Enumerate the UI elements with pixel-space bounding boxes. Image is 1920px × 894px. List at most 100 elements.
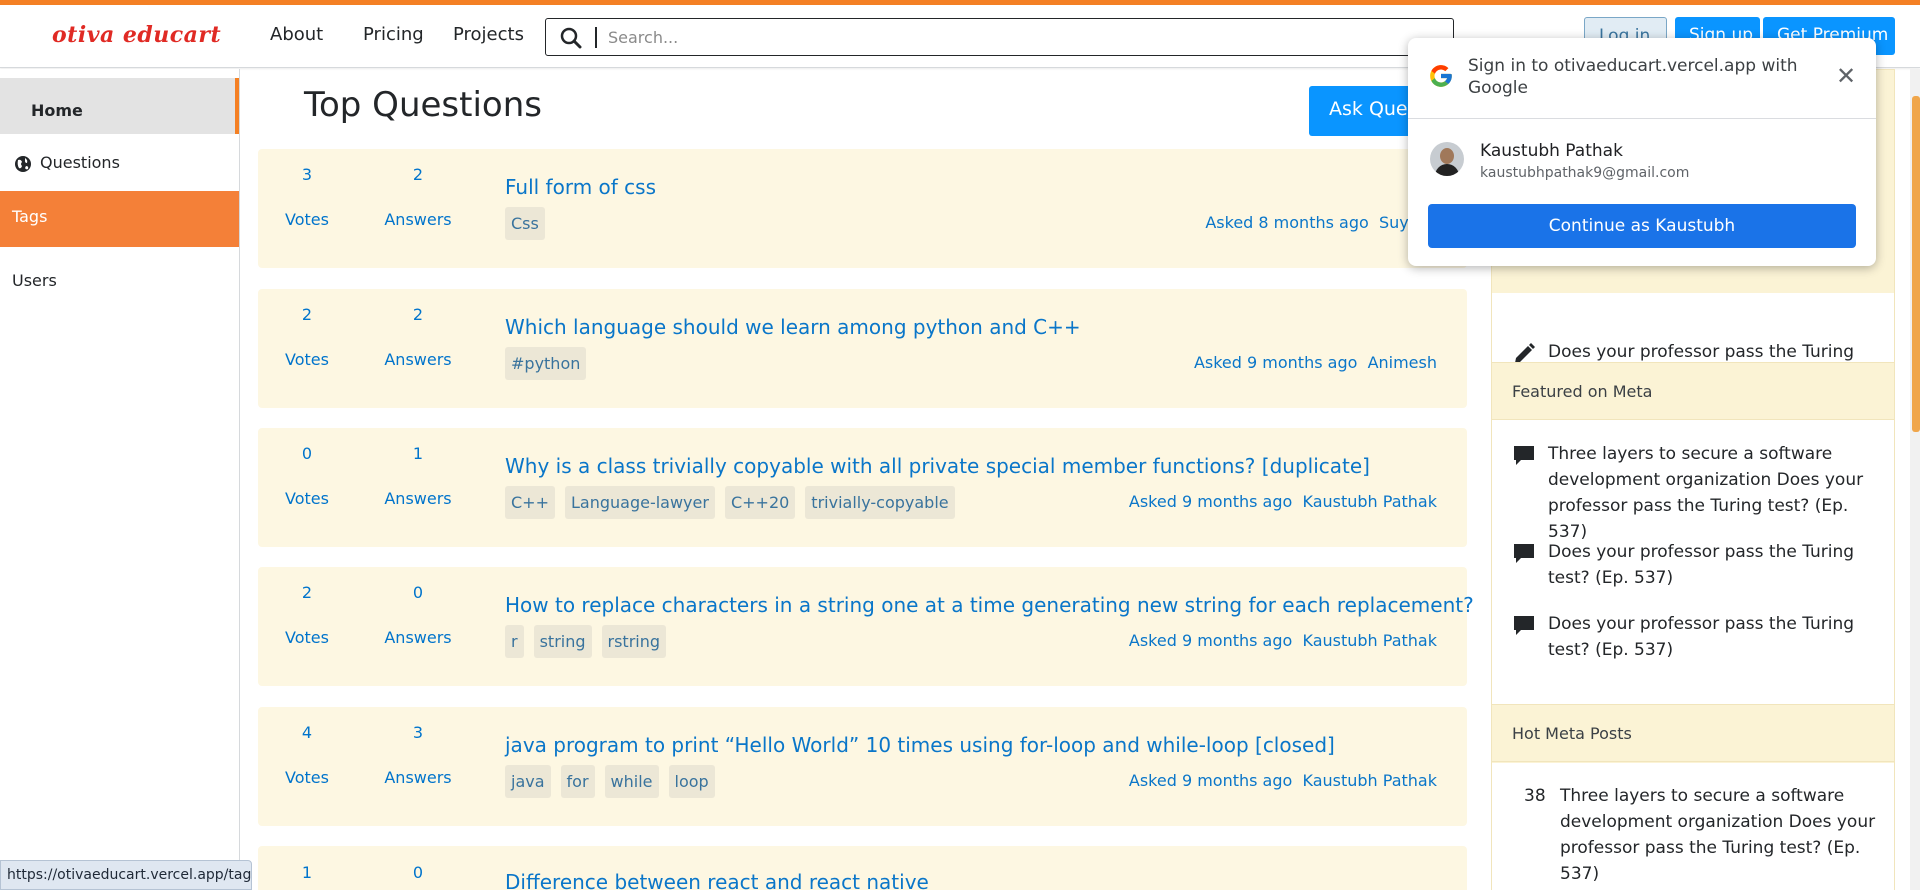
author-link[interactable]: Kaustubh Pathak <box>1302 631 1437 650</box>
votes-stat: 2 Votes <box>267 305 347 369</box>
sidebar-item-users[interactable]: Users <box>0 253 239 293</box>
hot-item-text: Three layers to secure a software develo… <box>1560 786 1876 884</box>
votes-label: Votes <box>285 210 329 229</box>
sidebar-item-tags[interactable]: Tags <box>0 191 239 247</box>
question-card: 2 Votes 0 Answers How to replace character… <box>258 567 1474 686</box>
popup-divider <box>1408 118 1876 119</box>
author-link[interactable]: Animesh <box>1368 353 1437 372</box>
vote-count: 2 <box>301 583 313 602</box>
answer-count: 0 <box>412 583 424 602</box>
close-icon[interactable]: ✕ <box>1836 62 1856 90</box>
featured-item[interactable]: Three layers to secure a software develo… <box>1512 441 1882 545</box>
hot-meta-heading: Hot Meta Posts <box>1492 704 1894 762</box>
author-link[interactable]: Kaustubh Pathak <box>1302 771 1437 790</box>
author-link[interactable]: Kaustubh Pathak <box>1302 492 1437 511</box>
featured-item-text: Three layers to secure a software develo… <box>1548 444 1864 542</box>
tag-list: #python <box>505 347 587 380</box>
search-divider <box>595 27 597 48</box>
tag-chip[interactable]: java <box>505 765 551 798</box>
tag-chip[interactable]: C++20 <box>724 486 796 519</box>
asked-time: Asked 9 months ago <box>1128 492 1293 511</box>
tag-chip[interactable]: trivially-copyable <box>805 486 955 519</box>
question-card: 1 0 Difference between react and react n… <box>258 846 1467 894</box>
votes-label: Votes <box>285 350 329 369</box>
votes-label: Votes <box>285 489 329 508</box>
answer-count: 3 <box>412 723 424 742</box>
search-icon <box>560 27 582 49</box>
answers-stat: 3 Answers <box>378 723 458 787</box>
featured-meta-heading: Featured on Meta <box>1492 362 1894 420</box>
question-meta: Asked 9 months ago Kaustubh Pathak <box>1129 771 1437 790</box>
search-input[interactable] <box>608 25 1428 49</box>
asked-time: Asked 9 months ago <box>1128 631 1293 650</box>
continue-button[interactable]: Continue as Kaustubh <box>1428 204 1856 248</box>
question-title[interactable]: java program to print “Hello World” 10 t… <box>505 733 1335 757</box>
answers-label: Answers <box>384 489 452 508</box>
asked-time: Asked 9 months ago <box>1128 771 1293 790</box>
question-title[interactable]: Difference between react and react nativ… <box>505 870 929 894</box>
votes-label: Votes <box>285 628 329 647</box>
site-logo[interactable]: otiva educart <box>52 22 221 48</box>
votes-stat: 0 Votes <box>267 444 347 508</box>
sidebar-item-label: Questions <box>40 153 120 172</box>
question-title[interactable]: How to replace characters in a string on… <box>505 593 1474 617</box>
featured-item-text: Does your professor pass the Turing test… <box>1548 614 1855 660</box>
votes-label: Votes <box>285 768 329 787</box>
votes-stat: 2 Votes <box>267 583 347 647</box>
tag-chip[interactable]: rstring <box>601 625 667 658</box>
search-bar[interactable] <box>545 18 1454 56</box>
tag-chip[interactable]: while <box>604 765 659 798</box>
question-card: 3 Votes 2 Answers Full form of css Css Ask… <box>258 149 1467 268</box>
question-title[interactable]: Which language should we learn among pyt… <box>505 315 1081 339</box>
question-card: 2 Votes 2 Answers Which language should we… <box>258 289 1467 408</box>
answers-stat: 1 Answers <box>378 444 458 508</box>
avatar <box>1430 142 1464 176</box>
nav-pricing[interactable]: Pricing <box>363 24 424 45</box>
tag-chip[interactable]: #python <box>505 347 587 380</box>
answer-count: 2 <box>412 305 424 324</box>
answer-count: 0 <box>412 863 424 882</box>
page-title: Top Questions <box>304 85 542 125</box>
votes-stat: 1 <box>267 863 347 882</box>
question-meta: Asked 9 months ago Animesh <box>1194 353 1437 372</box>
tag-chip[interactable]: C++ <box>505 486 555 519</box>
tag-chip[interactable]: string <box>533 625 592 658</box>
sidebar-item-home[interactable]: Home <box>0 78 239 134</box>
vote-count: 2 <box>301 305 313 324</box>
question-title[interactable]: Why is a class trivially copyable with a… <box>505 454 1370 478</box>
account-name: Kaustubh Pathak <box>1480 141 1623 161</box>
speech-bubble-icon <box>1514 616 1534 635</box>
answers-label: Answers <box>384 350 452 369</box>
answers-stat: 0 <box>378 863 458 882</box>
tag-chip[interactable]: Language-lawyer <box>564 486 715 519</box>
question-title[interactable]: Full form of css <box>505 175 656 199</box>
tag-list: r string rstring <box>505 625 667 658</box>
nav-about[interactable]: About <box>270 24 323 45</box>
featured-item[interactable]: Does your professor pass the Turing test… <box>1512 539 1882 591</box>
scrollbar-thumb[interactable] <box>1912 96 1920 432</box>
hot-item[interactable]: 38 Three layers to secure a software dev… <box>1512 783 1882 887</box>
tag-list: C++ Language-lawyer C++20 trivially-copy… <box>505 486 955 519</box>
featured-item[interactable]: Does your professor pass the Turing test… <box>1512 611 1882 663</box>
nav-projects[interactable]: Projects <box>453 24 524 45</box>
hot-meta-section: 38 Three layers to secure a software dev… <box>1492 763 1894 891</box>
vote-count: 1 <box>301 863 313 882</box>
speech-bubble-icon <box>1514 544 1534 563</box>
question-meta: Asked 9 months ago Kaustubh Pathak <box>1129 631 1437 650</box>
tag-chip[interactable]: Css <box>505 207 545 240</box>
google-logo-icon <box>1430 65 1452 87</box>
sidebar-item-questions[interactable]: Questions <box>0 149 239 179</box>
status-bar-url: https://otivaeducart.vercel.app/tags <box>0 860 252 890</box>
tag-chip[interactable]: for <box>560 765 595 798</box>
votes-stat: 3 Votes <box>267 165 347 229</box>
hot-item-count: 38 <box>1524 786 1546 806</box>
asked-time: Asked 9 months ago <box>1193 353 1358 372</box>
tag-list: java for while loop <box>505 765 715 798</box>
tag-chip[interactable]: r <box>505 625 524 658</box>
tag-chip[interactable]: loop <box>668 765 715 798</box>
answers-stat: 0 Answers <box>378 583 458 647</box>
answers-stat: 2 Answers <box>378 165 458 229</box>
popup-title: Sign in to otivaeducart.vercel.app with … <box>1468 56 1798 98</box>
featured-item-text: Does your professor pass the Turing test… <box>1548 542 1855 588</box>
question-meta: Asked 8 months ago Suyash <box>1205 213 1437 232</box>
